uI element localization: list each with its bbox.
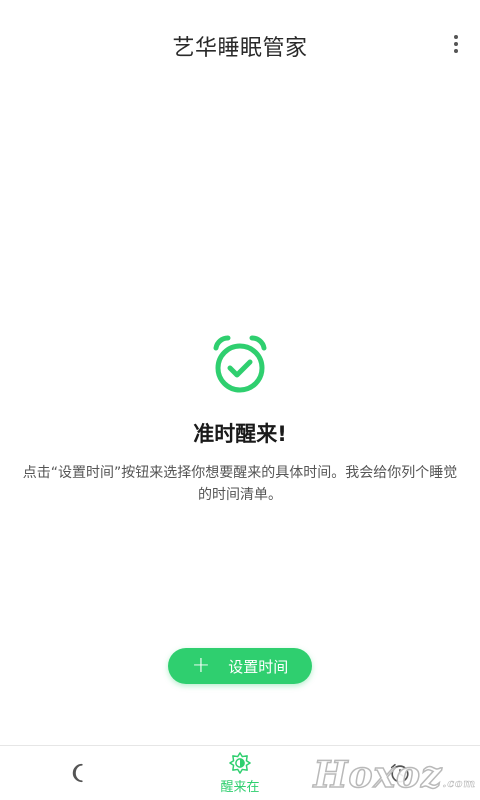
app-title: 艺华睡眠管家 <box>172 36 308 61</box>
nav-label-wake: 醒来在 <box>220 779 260 795</box>
set-time-label: 设置时间 <box>228 657 289 676</box>
moon-icon <box>72 763 83 783</box>
more-options-dot <box>454 49 458 53</box>
nav-item-sleep[interactable] <box>0 746 160 800</box>
sun-icon <box>229 751 251 774</box>
description: 点击“设置时间”按钮来选择你想要醒来的具体时间。我会给你列个睡觉的时间清单。 <box>22 465 458 503</box>
nav-item-alarm[interactable] <box>320 746 480 800</box>
more-options-dot <box>454 42 458 46</box>
headline: 准时醒来! <box>193 422 287 446</box>
app-bar: 艺华睡眠管家 <box>0 0 480 96</box>
bottom-nav: 醒来在 <box>0 745 480 800</box>
nav-item-wake[interactable]: 醒来在 <box>160 746 320 800</box>
set-time-button[interactable]: + 设置时间 <box>168 648 312 684</box>
empty-state: 准时醒来! 点击“设置时间”按钮来选择你想要醒来的具体时间。我会给你列个睡觉的时… <box>0 332 480 506</box>
clock-icon <box>390 763 409 783</box>
alarm-check-icon <box>213 335 267 393</box>
screen: 艺华睡眠管家 准时醒来! 点击“设置时间”按钮来选择你想要醒来的具体时间。我会给… <box>0 0 480 800</box>
plus-icon: + <box>191 653 211 678</box>
more-options-icon[interactable] <box>444 30 468 58</box>
more-options-dot <box>454 35 458 39</box>
